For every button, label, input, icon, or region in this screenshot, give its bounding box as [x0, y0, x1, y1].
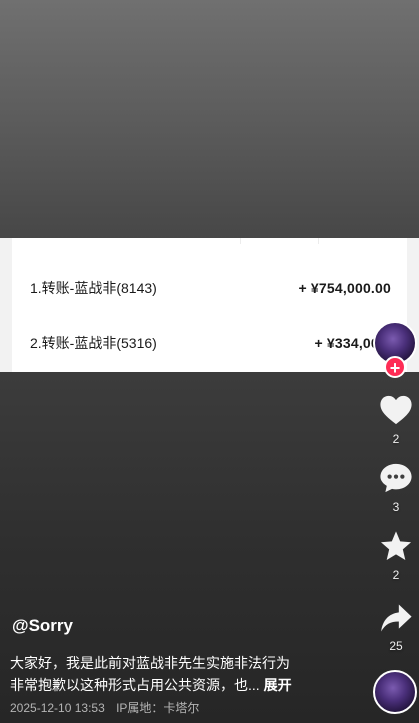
transfer-row: 2.转账-蓝战非(5316) + ¥334,000. [12, 315, 407, 370]
comment-button[interactable]: 3 [376, 462, 416, 514]
transfer-card: 1.转账-蓝战非(8143) + ¥754,000.00 2.转账-蓝战非(53… [12, 238, 407, 372]
post-meta: 2025-12-10 13:53 IP属地：卡塔尔 [10, 699, 207, 716]
star-icon [380, 531, 412, 561]
transfer-row: 1.转账-蓝战非(8143) + ¥754,000.00 [12, 260, 407, 315]
transfer-screenshot: 1.转账-蓝战非(8143) + ¥754,000.00 2.转账-蓝战非(53… [0, 238, 419, 372]
post-caption: 大家好，我是此前对蓝战非先生实施非法行为 非常抱歉以这种形式占用公共资源，也..… [10, 652, 350, 696]
caption-line: 非常抱歉以这种形式占用公共资源，也... [10, 677, 260, 693]
transfer-label: 2.转账-蓝战非(5316) [30, 334, 157, 351]
caption-line: 大家好，我是此前对蓝战非先生实施非法行为 [10, 655, 290, 671]
divider [318, 238, 319, 244]
comment-icon [380, 463, 412, 493]
follow-button[interactable]: + [384, 356, 406, 378]
transfer-label: 1.转账-蓝战非(8143) [30, 279, 157, 296]
transfer-amount: + ¥754,000.00 [298, 279, 391, 296]
author-name[interactable]: @Sorry [12, 616, 73, 636]
share-button[interactable]: 25 [376, 603, 416, 653]
share-count: 25 [389, 639, 403, 653]
ip-location: IP属地：卡塔尔 [116, 701, 200, 715]
divider [240, 238, 241, 244]
post-datetime: 2025-12-10 13:53 [10, 701, 105, 715]
share-icon [381, 604, 412, 632]
favorite-button[interactable]: 2 [376, 530, 416, 582]
comment-count: 3 [392, 500, 400, 514]
heart-icon [380, 395, 412, 425]
music-disc[interactable] [373, 670, 417, 714]
like-count: 2 [392, 432, 400, 446]
expand-button[interactable]: 展开 [264, 677, 292, 693]
caption-line-2: 非常抱歉以这种形式占用公共资源，也... 展开 [10, 674, 350, 696]
favorite-count: 2 [392, 568, 400, 582]
like-button[interactable]: 2 [376, 394, 416, 446]
